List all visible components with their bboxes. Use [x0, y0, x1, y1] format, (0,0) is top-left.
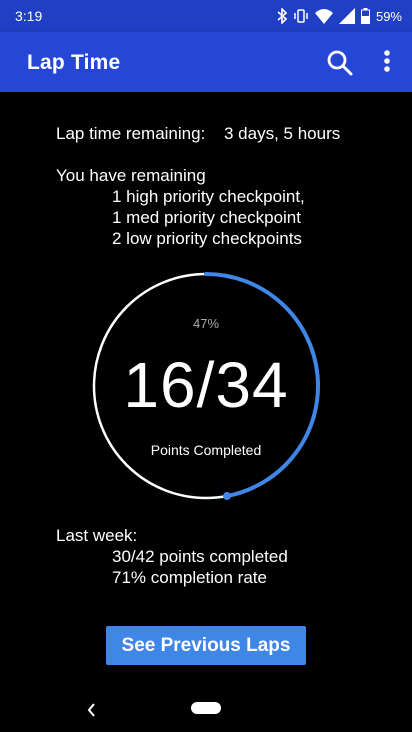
status-time: 3:19 [15, 8, 43, 24]
battery-percent: 59% [375, 8, 402, 24]
battery-icon [360, 8, 370, 24]
points-score: 16/34 [123, 349, 289, 421]
checkpoint-high: 1 high priority checkpoint, [112, 187, 305, 206]
back-icon[interactable] [84, 700, 100, 720]
checkpoint-med: 1 med priority checkpoint [112, 208, 301, 227]
progress-percent: 47% [192, 316, 220, 331]
last-week-rate: 71% completion rate [112, 568, 267, 587]
bluetooth-icon [277, 8, 287, 24]
wifi-icon [314, 9, 333, 24]
search-icon[interactable] [325, 48, 355, 78]
progress-ring-knob [222, 492, 231, 501]
last-week-points: 30/42 points completed [112, 547, 288, 566]
app-title: Lap Time [27, 51, 121, 74]
points-completed-label: Points Completed [150, 442, 262, 458]
home-pill[interactable] [191, 702, 221, 714]
signal-icon [338, 8, 355, 24]
more-options-icon[interactable] [375, 48, 399, 78]
vibrate-icon [294, 9, 308, 23]
status-bar: 3:19 59% [0, 0, 412, 32]
app-bar: Lap Time [0, 32, 412, 92]
lap-time-remaining-value: 3 days, 5 hours [224, 124, 341, 143]
lap-time-remaining-label: Lap time remaining: [56, 124, 206, 143]
remaining-heading: You have remaining [56, 166, 206, 185]
see-previous-laps-button[interactable]: See Previous Laps [106, 626, 306, 665]
status-icons: 59% [277, 7, 402, 25]
last-week-label: Last week: [56, 526, 138, 545]
checkpoint-low: 2 low priority checkpoints [112, 229, 302, 248]
